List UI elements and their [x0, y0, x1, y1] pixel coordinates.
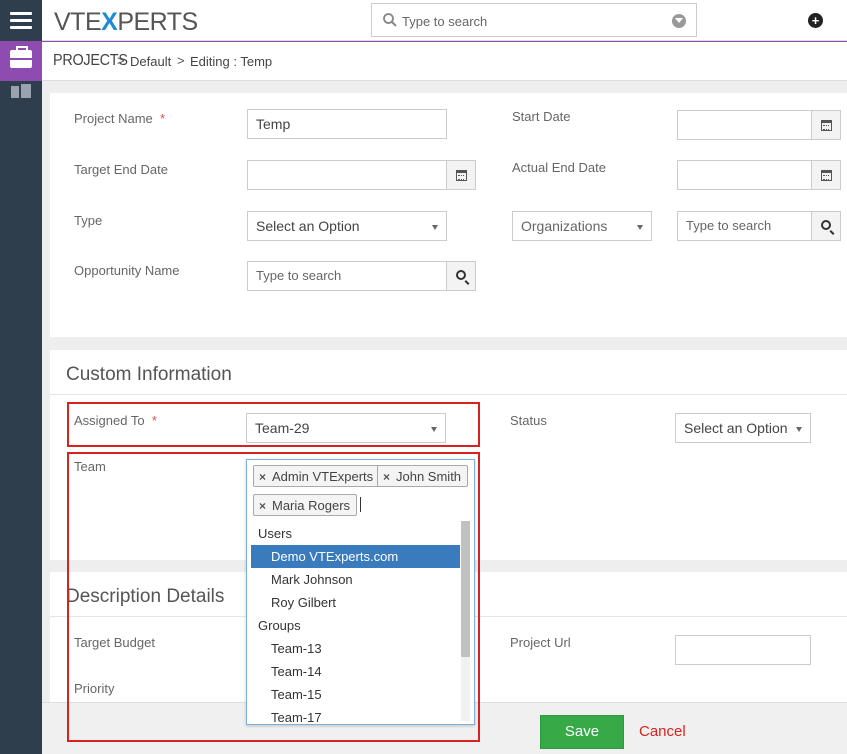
- breadcrumb-item: Editing : Temp: [190, 54, 273, 69]
- global-search[interactable]: [371, 3, 697, 37]
- status-select-value: Select an Option: [684, 420, 788, 436]
- caret-down-icon: [796, 427, 802, 432]
- highlight-box-team: [67, 452, 480, 742]
- breadcrumb-separator: >: [177, 53, 185, 68]
- calendar-icon[interactable]: [811, 160, 841, 190]
- status-select[interactable]: Select an Option: [675, 413, 811, 443]
- calendar-icon[interactable]: [811, 110, 841, 140]
- breadcrumb: PROJECTS > Default > Editing : Temp: [42, 41, 847, 81]
- save-button[interactable]: Save: [540, 715, 624, 749]
- menu-icon[interactable]: [0, 0, 42, 41]
- top-bar: VTEXPERTS +: [0, 0, 847, 41]
- project-name-input[interactable]: Temp: [247, 109, 447, 139]
- projects-nav-item[interactable]: [0, 41, 42, 81]
- opportunity-search-input[interactable]: Type to search: [247, 261, 447, 291]
- type-select[interactable]: Select an Option: [247, 211, 447, 241]
- chevron-down-icon[interactable]: [672, 14, 686, 28]
- project-name-label: Project Name *: [74, 111, 166, 126]
- calendar-icon[interactable]: [446, 160, 476, 190]
- search-icon: [383, 13, 397, 27]
- caret-down-icon: [637, 225, 643, 230]
- type-label: Type: [74, 213, 103, 228]
- quick-create-icon[interactable]: +: [808, 13, 823, 28]
- highlight-box-assigned-to: [67, 402, 480, 447]
- organizations-select[interactable]: Organizations: [512, 211, 652, 241]
- section-title: Custom Information: [66, 364, 232, 385]
- target-end-date-input[interactable]: [247, 160, 447, 190]
- search-icon[interactable]: [446, 261, 476, 291]
- briefcase-icon: [10, 46, 32, 68]
- global-search-input[interactable]: [402, 11, 662, 31]
- organization-search-input[interactable]: Type to search: [677, 211, 812, 241]
- building-icon[interactable]: [11, 84, 31, 98]
- start-date-input[interactable]: [677, 110, 812, 140]
- project-url-input[interactable]: [675, 635, 811, 665]
- cancel-link[interactable]: Cancel: [639, 723, 686, 740]
- divider: [50, 394, 847, 395]
- type-select-value: Select an Option: [256, 218, 360, 234]
- caret-down-icon: [432, 225, 438, 230]
- start-date-label: Start Date: [512, 109, 571, 124]
- actual-end-date-input[interactable]: [677, 160, 812, 190]
- breadcrumb-item[interactable]: Default: [130, 54, 171, 69]
- actual-end-date-label: Actual End Date: [512, 160, 606, 175]
- organizations-select-value: Organizations: [521, 218, 608, 234]
- app-logo[interactable]: VTEXPERTS: [54, 8, 198, 37]
- status-label: Status: [510, 413, 547, 428]
- left-rail: [0, 41, 42, 754]
- target-end-date-label: Target End Date: [74, 162, 168, 177]
- project-url-label: Project Url: [510, 635, 571, 650]
- breadcrumb-separator: >: [117, 53, 125, 68]
- search-icon[interactable]: [811, 211, 841, 241]
- opportunity-name-label: Opportunity Name: [74, 263, 180, 278]
